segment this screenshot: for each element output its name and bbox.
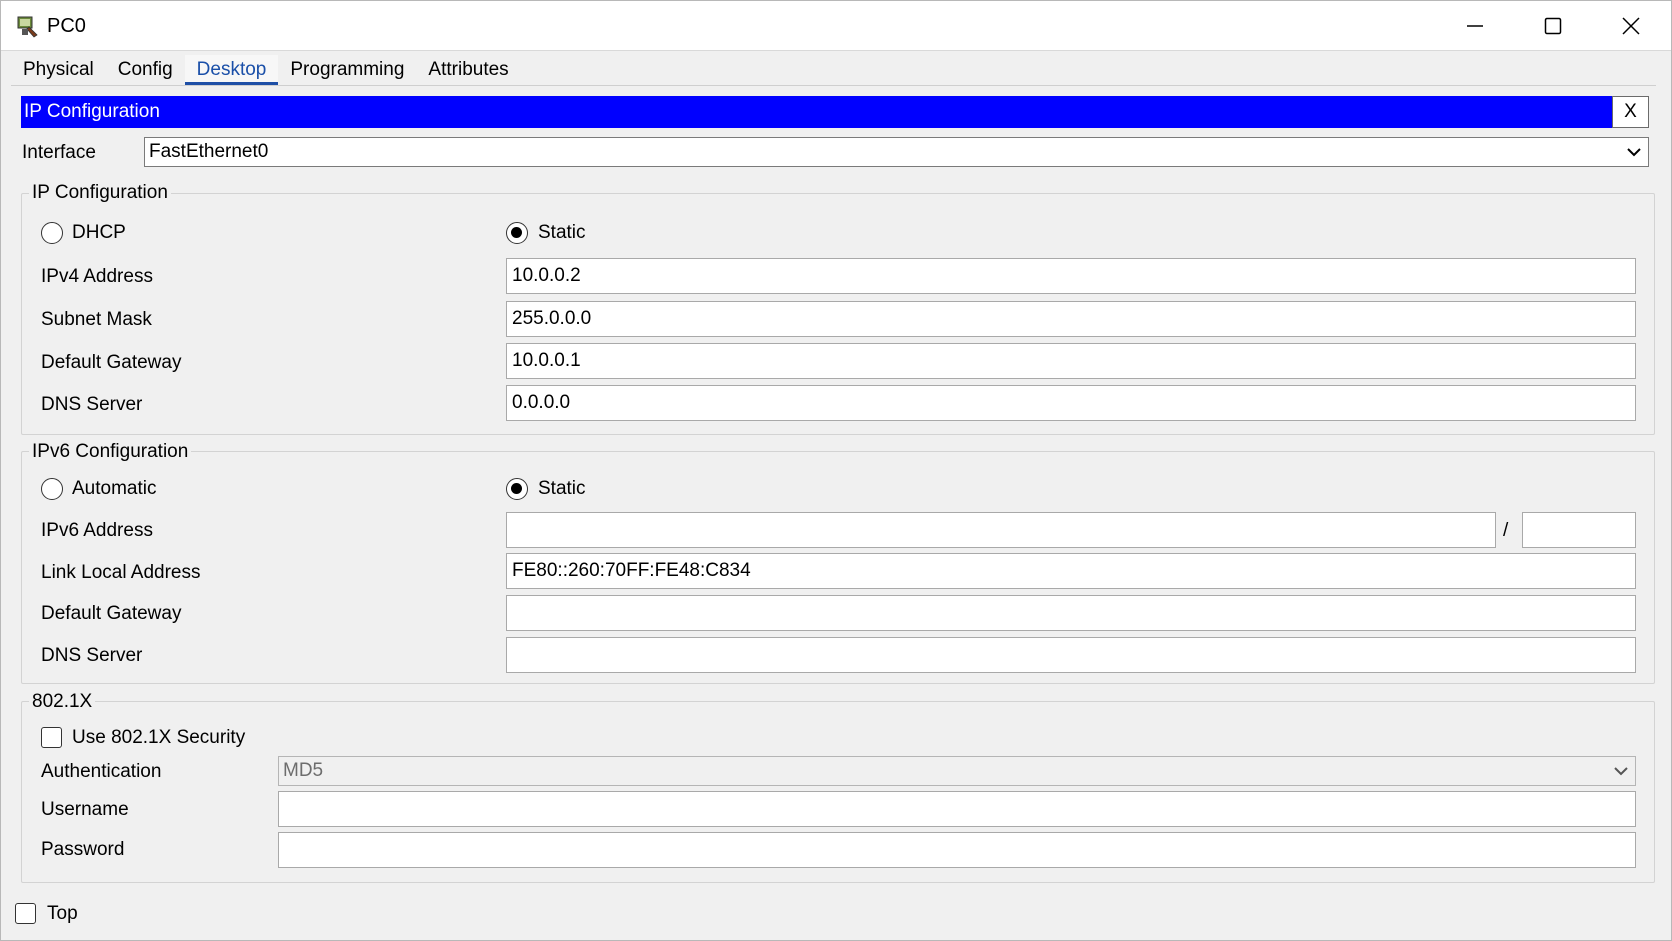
ipv6-static-radio[interactable] (506, 478, 528, 500)
ipv6-dns-label: DNS Server (41, 645, 143, 666)
username-input[interactable] (278, 791, 1636, 827)
use-8021x-label: Use 802.1X Security (72, 727, 246, 748)
tab-attributes[interactable]: Attributes (416, 55, 520, 85)
ipv6-dns-input[interactable] (506, 637, 1636, 673)
maximize-button[interactable] (1514, 1, 1592, 51)
password-input[interactable] (278, 832, 1636, 868)
ipv6-gateway-input[interactable] (506, 595, 1636, 631)
ipv6-prefix-input[interactable] (1522, 512, 1636, 548)
interface-select-value: FastEthernet0 (149, 141, 269, 162)
use-8021x-checkbox[interactable] (41, 727, 62, 748)
authentication-select-value: MD5 (283, 760, 324, 781)
ip-configuration-close-button[interactable]: X (1612, 96, 1649, 128)
ipv6-gateway-label: Default Gateway (41, 603, 182, 624)
top-checkbox[interactable] (15, 903, 36, 924)
subnet-mask-label: Subnet Mask (41, 309, 152, 330)
close-icon (1622, 17, 1640, 35)
dot1x-legend: 802.1X (29, 691, 96, 713)
ipv6-address-input[interactable] (506, 512, 1496, 548)
pc0-window: PC0 Physical Config Desktop Programming … (0, 0, 1672, 941)
chevron-down-icon (1613, 757, 1629, 785)
dhcp-label: DHCP (72, 222, 126, 243)
title-bar[interactable]: PC0 (1, 1, 1671, 51)
top-label: Top (47, 903, 78, 924)
tab-bar: Physical Config Desktop Programming Attr… (11, 55, 521, 85)
dhcp-radio[interactable] (41, 222, 63, 244)
ipv4-dns-input[interactable]: 0.0.0.0 (506, 385, 1636, 421)
window-title: PC0 (47, 15, 86, 37)
minimize-icon (1467, 25, 1483, 27)
ipv4-gateway-input[interactable]: 10.0.0.1 (506, 343, 1636, 379)
authentication-label: Authentication (41, 761, 162, 782)
ipv4-legend: IP Configuration (29, 182, 171, 204)
ipv6-static-label: Static (538, 478, 586, 499)
chevron-down-icon (1626, 138, 1642, 166)
ipv4-address-label: IPv4 Address (41, 266, 153, 287)
ipv6-automatic-label: Automatic (72, 478, 157, 499)
authentication-select[interactable]: MD5 (278, 756, 1636, 786)
ipv4-gateway-label: Default Gateway (41, 352, 182, 373)
password-label: Password (41, 839, 125, 860)
ipv4-address-input[interactable]: 10.0.0.2 (506, 258, 1636, 294)
minimize-button[interactable] (1436, 1, 1514, 51)
pc-app-icon (17, 16, 38, 38)
interface-label: Interface (22, 142, 96, 163)
tab-programming[interactable]: Programming (278, 55, 416, 85)
interface-select[interactable]: FastEthernet0 (144, 137, 1649, 167)
link-local-label: Link Local Address (41, 562, 201, 583)
close-button[interactable] (1592, 1, 1670, 51)
ipv4-dns-label: DNS Server (41, 394, 143, 415)
tab-config[interactable]: Config (106, 55, 185, 85)
ipv6-legend: IPv6 Configuration (29, 441, 192, 463)
tab-divider (11, 85, 1656, 86)
tab-physical[interactable]: Physical (11, 55, 106, 85)
username-label: Username (41, 799, 129, 820)
ipv4-static-radio[interactable] (506, 222, 528, 244)
ip-configuration-header: IP Configuration (21, 96, 1612, 128)
ipv6-address-label: IPv6 Address (41, 520, 153, 541)
link-local-input[interactable]: FE80::260:70FF:FE48:C834 (506, 553, 1636, 589)
subnet-mask-input[interactable]: 255.0.0.0 (506, 301, 1636, 337)
ipv4-static-label: Static (538, 222, 586, 243)
prefix-separator: / (1503, 520, 1509, 541)
ipv6-automatic-radio[interactable] (41, 478, 63, 500)
maximize-icon (1544, 17, 1562, 35)
tab-desktop[interactable]: Desktop (184, 55, 279, 85)
